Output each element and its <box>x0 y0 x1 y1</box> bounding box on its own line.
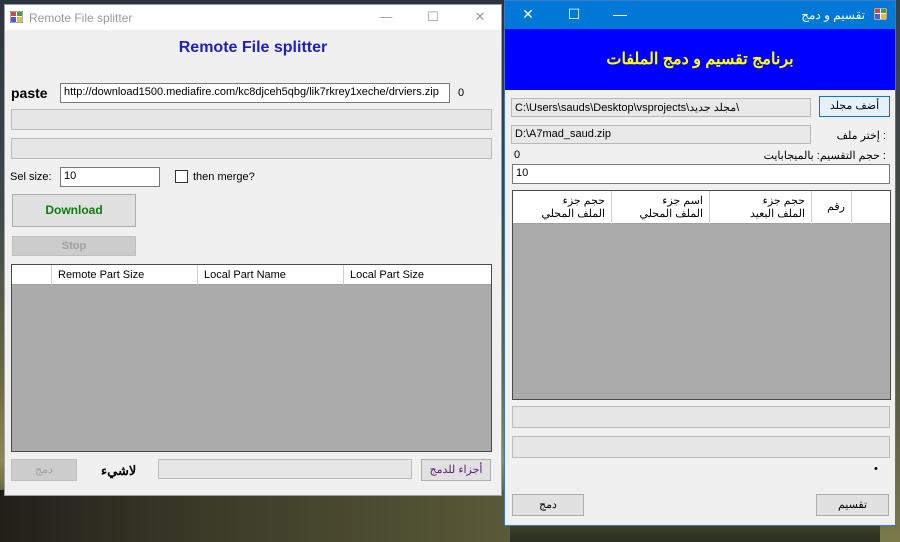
split-merge-window: ✕ ☐ — تقسيم و دمج برنامج تقسيم و دمج الم… <box>504 0 896 526</box>
grid-row-header-col[interactable] <box>12 265 52 285</box>
progress-bar-2 <box>512 436 890 458</box>
grid-header: Remote Part Size Local Part Name Local P… <box>12 265 491 285</box>
col-local-part-size-line1: حجم جزء <box>562 195 605 207</box>
progress-bar-1 <box>11 109 492 130</box>
download-button[interactable]: Download <box>12 194 136 227</box>
split-button[interactable]: تقسيم <box>816 494 889 516</box>
maximize-icon[interactable]: ☐ <box>410 5 456 30</box>
col-number-line1: رقم <box>827 201 845 213</box>
grid-header: حجم جزء الملف المحلي اسم جزء الملف المحل… <box>513 191 890 224</box>
progress-bar-2 <box>11 138 492 159</box>
url-counter: 0 <box>458 87 465 99</box>
merge-button[interactable]: دمج <box>512 494 584 516</box>
col-remote-part-size[interactable]: حجم جزء الملف البعيد <box>709 191 811 224</box>
close-icon[interactable]: ✕ <box>505 1 551 29</box>
split-size-input[interactable]: 10 <box>512 164 890 184</box>
col-local-part-name-line1: اسم جزء <box>662 195 703 207</box>
close-icon[interactable]: ✕ <box>457 5 503 30</box>
title-bar[interactable]: ✕ ☐ — تقسيم و دمج <box>505 1 895 29</box>
remote-file-splitter-window: Remote File splitter — ☐ ✕ Remote File s… <box>4 4 502 496</box>
progress-bar-1 <box>512 406 890 428</box>
merge-progress-bar <box>158 459 412 479</box>
parts-grid[interactable]: حجم جزء الملف المحلي اسم جزء الملف المحل… <box>512 190 891 400</box>
col-local-part-size[interactable]: Local Part Size <box>344 265 491 285</box>
add-folder-button[interactable]: أضف مجلد <box>819 96 890 117</box>
col-local-part-name[interactable]: Local Part Name <box>198 265 344 285</box>
col-local-part-name-line2: الملف المحلي <box>639 208 703 220</box>
paste-label: paste <box>11 85 48 101</box>
folder-path-field[interactable]: C:\Users\sauds\Desktop\vsprojects\مجلد ج… <box>511 98 811 117</box>
banner: برنامج تقسيم و دمج الملفات <box>505 29 895 90</box>
nothing-label: لاشيء <box>101 463 137 478</box>
page-title: Remote File splitter <box>178 39 328 56</box>
split-size-counter: 0 <box>514 149 521 161</box>
then-merge-label: then merge? <box>193 171 255 183</box>
file-path-field[interactable]: D:\A7mad_saud.zip <box>511 125 811 144</box>
col-number[interactable]: رقم <box>811 191 851 224</box>
url-input[interactable]: http://download1500.mediafire.com/kc8djc… <box>60 83 450 103</box>
then-merge-checkbox[interactable] <box>175 170 188 183</box>
col-remote-part-size-line2: الملف البعيد <box>750 208 805 220</box>
maximize-icon[interactable]: ☐ <box>551 1 597 29</box>
sel-size-input[interactable]: 10 <box>60 167 160 187</box>
banner-title: برنامج تقسيم و دمج الملفات <box>606 51 794 68</box>
split-size-label: حجم التقسيم: بالميجابايت : <box>763 150 886 162</box>
col-remote-part-size[interactable]: Remote Part Size <box>52 265 198 285</box>
col-local-part-size-line2: الملف المحلي <box>541 208 605 220</box>
col-local-part-name[interactable]: اسم جزء الملف المحلي <box>611 191 709 224</box>
parts-grid[interactable]: Remote Part Size Local Part Name Local P… <box>11 264 492 452</box>
minimize-icon[interactable]: — <box>597 1 643 29</box>
window-title: Remote File splitter <box>29 11 133 25</box>
status-dot: • <box>874 463 878 475</box>
grid-row-header-col[interactable] <box>851 191 890 224</box>
window-title: تقسيم و دمج <box>801 8 865 22</box>
col-local-part-size[interactable]: حجم جزء الملف المحلي <box>513 191 611 224</box>
minimize-icon[interactable]: — <box>363 5 409 30</box>
desktop-background <box>0 490 510 542</box>
title-bar[interactable]: Remote File splitter — ☐ ✕ <box>5 5 501 30</box>
choose-file-label: إختر ملف : <box>836 130 886 142</box>
parts-to-merge-button[interactable]: أجزاء للدمج <box>421 459 491 481</box>
app-icon <box>874 8 887 20</box>
sel-size-label: Sel size: <box>10 171 52 183</box>
stop-button[interactable]: Stop <box>12 236 136 256</box>
app-icon <box>10 11 23 23</box>
merge-button[interactable]: دمج <box>11 459 77 481</box>
col-remote-part-size-line1: حجم جزء <box>762 195 805 207</box>
